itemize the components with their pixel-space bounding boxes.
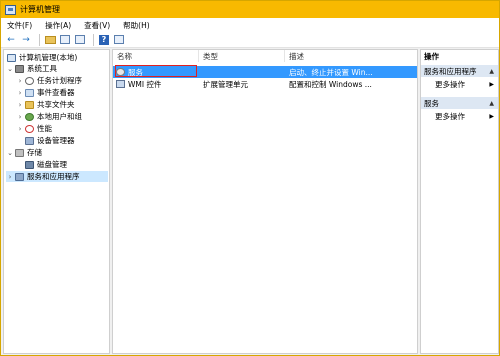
- tree-item-label: 任务计划程序: [37, 76, 82, 85]
- list-row-wmi[interactable]: WMI 控件 扩展管理单元 配置和控制 Windows ...: [113, 78, 417, 90]
- chevron-right-icon[interactable]: ›: [16, 101, 24, 109]
- storage-icon: [15, 148, 24, 157]
- title-bar[interactable]: 计算机管理: [1, 1, 499, 18]
- computer-management-icon: [5, 4, 16, 15]
- tree-item-label: 共享文件夹: [37, 100, 75, 109]
- menu-file[interactable]: 文件(F): [7, 20, 32, 31]
- tree-item-performance[interactable]: › 性能: [16, 123, 52, 134]
- toolbar-separator: [39, 33, 40, 46]
- folder-icon: [44, 35, 56, 44]
- window-title: 计算机管理: [20, 5, 60, 14]
- details-list: 名称 类型 描述 服务 启动、终止并设置 Win... WMI 控件 扩展管理单…: [112, 49, 418, 354]
- console-tree-icon: [60, 35, 70, 44]
- tree-item-label: 事件查看器: [37, 88, 75, 97]
- users-icon: [25, 112, 34, 121]
- tree-item-task-scheduler[interactable]: › 任务计划程序: [16, 75, 82, 86]
- menu-action[interactable]: 操作(A): [45, 20, 71, 31]
- more-actions-label: 更多操作: [435, 111, 465, 121]
- toolbar-separator: [93, 33, 94, 46]
- chevron-down-icon[interactable]: ⌄: [6, 149, 14, 157]
- submenu-arrow-icon: ▶: [489, 80, 494, 88]
- tree-item-shared-folders[interactable]: › 共享文件夹: [16, 99, 75, 110]
- more-actions-2[interactable]: 更多操作 ▶: [421, 110, 498, 122]
- row-description: 启动、终止并设置 Win...: [289, 67, 373, 77]
- collapse-caret-icon[interactable]: ▲: [489, 100, 494, 107]
- tree-item-label: 计算机管理(本地): [19, 53, 78, 62]
- event-viewer-icon: [25, 88, 34, 97]
- services-apps-icon: [15, 172, 24, 181]
- more-actions-label: 更多操作: [435, 79, 465, 89]
- disk-icon: [25, 160, 34, 169]
- chevron-down-icon[interactable]: ⌄: [6, 65, 14, 73]
- toolbox-icon: [15, 64, 24, 73]
- actions-pane: 操作 服务和应用程序 ▲ 更多操作 ▶ 服务 ▲ 更多操作 ▶: [420, 49, 499, 354]
- tree-item-label: 本地用户和组: [37, 112, 82, 121]
- tree-item-services-apps[interactable]: › 服务和应用程序: [6, 171, 108, 182]
- computer-icon: [7, 53, 16, 62]
- clock-icon: [25, 76, 34, 85]
- performance-icon: [25, 124, 34, 133]
- tree-item-label: 设备管理器: [37, 136, 75, 145]
- properties-button[interactable]: [113, 34, 125, 46]
- help-button[interactable]: ?: [98, 34, 110, 46]
- shared-folder-icon: [25, 100, 34, 109]
- action-section-services[interactable]: 服务 ▲: [421, 97, 498, 109]
- actions-title: 操作: [424, 51, 439, 61]
- row-type: 扩展管理单元: [203, 79, 248, 89]
- menu-bar: 文件(F) 操作(A) 查看(V) 帮助(H): [1, 18, 499, 32]
- device-manager-icon: [25, 136, 34, 145]
- tree-item-label: 磁盘管理: [37, 160, 67, 169]
- forward-arrow-icon[interactable]: →: [20, 34, 32, 46]
- section-label: 服务和应用程序: [424, 66, 477, 76]
- tree-item-local-users[interactable]: › 本地用户和组: [16, 111, 82, 122]
- tree-item-label: 性能: [37, 124, 52, 133]
- chevron-right-icon[interactable]: ›: [16, 89, 24, 97]
- submenu-arrow-icon: ▶: [489, 112, 494, 120]
- highlight-box: [115, 65, 197, 77]
- collapse-caret-icon[interactable]: ▲: [489, 68, 494, 75]
- section-label: 服务: [424, 98, 439, 108]
- tree-item-event-viewer[interactable]: › 事件查看器: [16, 87, 75, 98]
- up-folder-button[interactable]: [44, 34, 56, 46]
- help-icon: ?: [99, 34, 109, 45]
- action-section-services-apps[interactable]: 服务和应用程序 ▲: [421, 65, 498, 77]
- show-hide-tree-button[interactable]: [59, 34, 71, 46]
- tree-item-label: 服务和应用程序: [27, 172, 80, 181]
- tree-item-disk-management[interactable]: 磁盘管理: [24, 159, 67, 170]
- more-actions-1[interactable]: 更多操作 ▶: [421, 78, 498, 90]
- chevron-right-icon[interactable]: ›: [16, 113, 24, 121]
- wmi-control-icon: [116, 80, 125, 88]
- chevron-right-icon[interactable]: ›: [6, 173, 14, 181]
- back-arrow-icon[interactable]: ←: [5, 34, 17, 46]
- column-header-name[interactable]: 名称: [113, 50, 199, 62]
- toolbar: ← → ?: [1, 32, 499, 48]
- tree-item-device-manager[interactable]: 设备管理器: [24, 135, 75, 146]
- chevron-right-icon[interactable]: ›: [16, 77, 24, 85]
- export-list-icon: [75, 35, 85, 44]
- tree-item-root[interactable]: 计算机管理(本地): [6, 52, 77, 63]
- tree-item-label: 系统工具: [27, 64, 57, 73]
- properties-icon: [114, 35, 124, 44]
- row-description: 配置和控制 Windows ...: [289, 79, 372, 89]
- tree-item-label: 存储: [27, 148, 42, 157]
- row-name: WMI 控件: [128, 79, 162, 89]
- chevron-right-icon[interactable]: ›: [16, 125, 24, 133]
- computer-management-window: 计算机管理 文件(F) 操作(A) 查看(V) 帮助(H) ← → ? 计算机管…: [0, 0, 500, 356]
- menu-view[interactable]: 查看(V): [84, 20, 110, 31]
- export-list-button[interactable]: [74, 34, 86, 46]
- column-header-type[interactable]: 类型: [199, 50, 285, 62]
- column-header-description[interactable]: 描述: [285, 50, 417, 62]
- console-tree: 计算机管理(本地) ⌄ 系统工具 › 任务计划程序 › 事件查看器 › 共享文件…: [3, 49, 110, 354]
- menu-help[interactable]: 帮助(H): [123, 20, 150, 31]
- tree-item-system-tools[interactable]: ⌄ 系统工具: [6, 63, 57, 74]
- tree-item-storage[interactable]: ⌄ 存储: [6, 147, 42, 158]
